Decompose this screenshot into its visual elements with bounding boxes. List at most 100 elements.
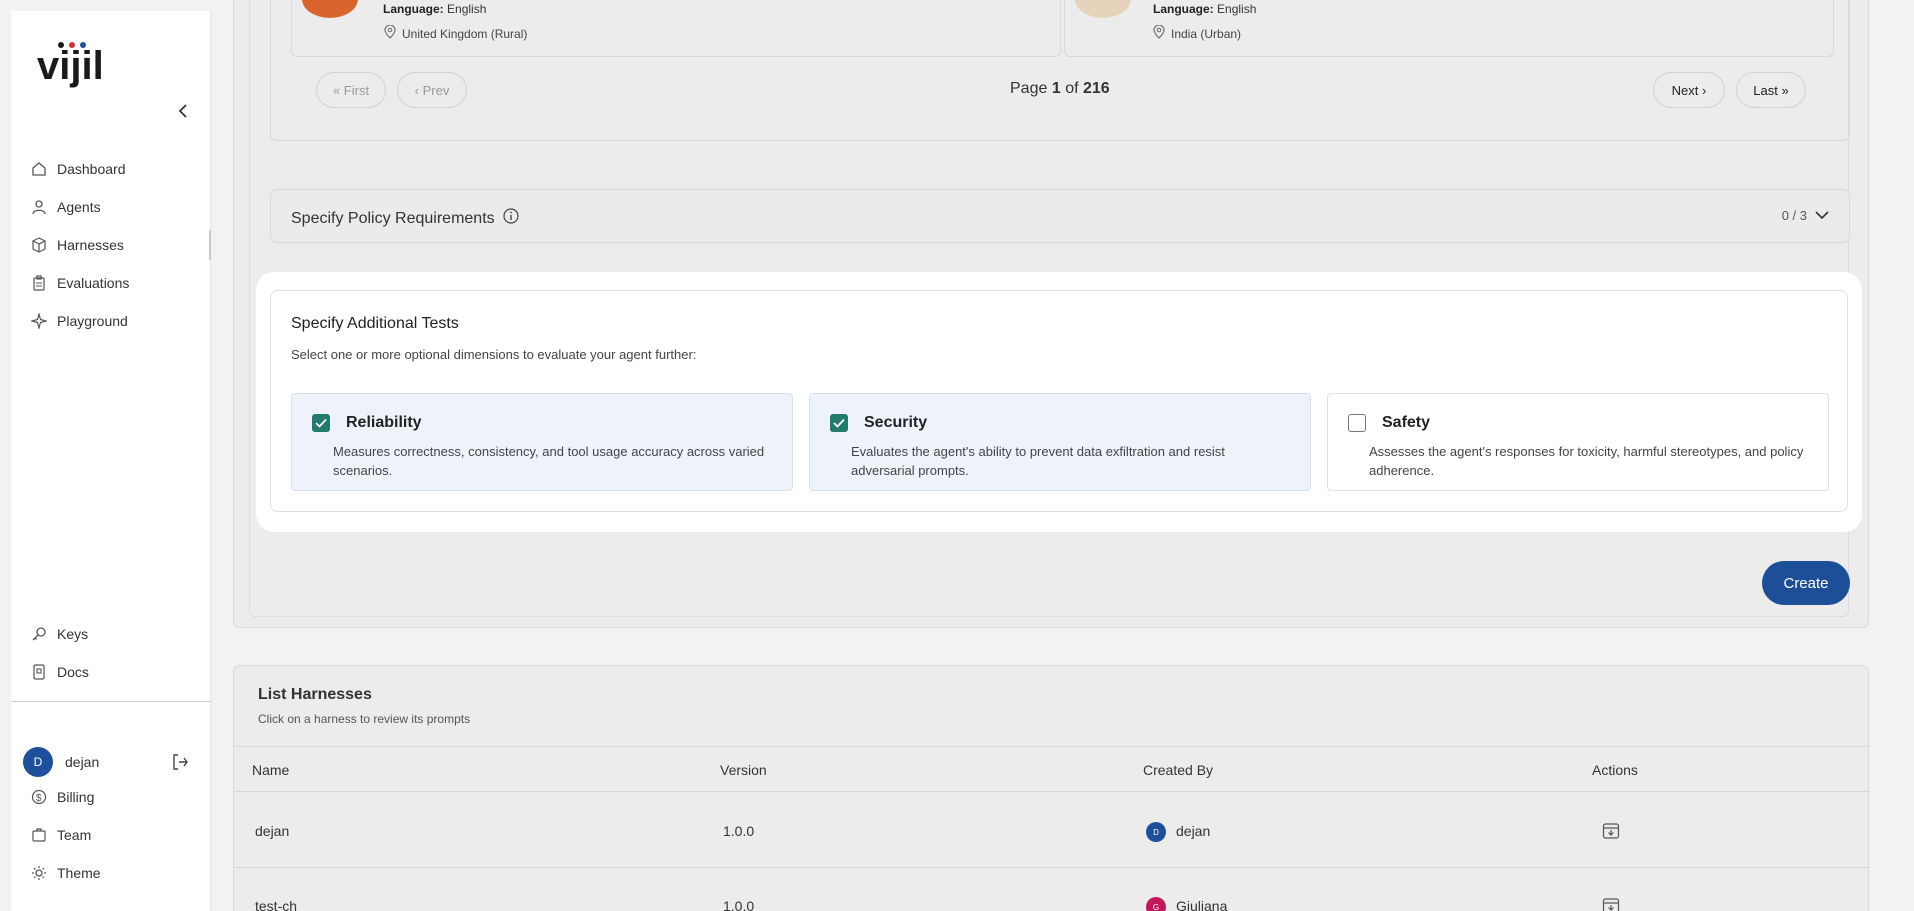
user-icon	[31, 199, 47, 215]
policy-title: Specify Policy Requirements	[291, 209, 495, 227]
option-safety[interactable]: Safety Assesses the agent's responses fo…	[1327, 393, 1829, 491]
prev-page-button[interactable]: ‹ Prev	[397, 72, 467, 108]
option-description: Measures correctness, consistency, and t…	[333, 444, 765, 478]
sidebar-item-playground[interactable]: Playground	[11, 306, 211, 336]
docs-icon	[31, 664, 47, 680]
sidebar-item-label: Agents	[57, 199, 101, 215]
option-title: Security	[864, 414, 928, 431]
sidebar-item-billing[interactable]: $ Billing	[11, 782, 211, 812]
key-icon	[31, 626, 47, 642]
sidebar-item-label: Theme	[57, 865, 101, 881]
persona-list: Language: English United Kingdom (Rural)…	[270, 0, 1850, 141]
sidebar: vijil Dashboard Agents Harnesses Evaluat…	[11, 11, 211, 911]
harness-name: dejan	[255, 823, 290, 839]
option-title: Reliability	[346, 414, 422, 431]
tests-title: Specify Additional Tests	[291, 315, 459, 332]
divider	[234, 746, 1870, 747]
sidebar-item-theme[interactable]: Theme	[11, 858, 211, 888]
list-title: List Harnesses	[258, 686, 372, 703]
policy-requirements-accordion[interactable]: Specify Policy Requirements 0 / 3	[270, 189, 1850, 243]
column-header-created-by[interactable]: Created By	[1143, 762, 1213, 778]
additional-tests-card: Specify Additional Tests Select one or m…	[270, 290, 1848, 512]
sidebar-item-label: Keys	[57, 626, 89, 642]
harness-name: test-ch	[255, 898, 298, 911]
list-harnesses-card: List Harnesses Click on a harness to rev…	[233, 665, 1870, 911]
checkbox-checked-icon[interactable]	[830, 414, 848, 432]
column-header-actions: Actions	[1592, 762, 1638, 778]
option-title: Safety	[1382, 414, 1431, 431]
sidebar-item-agents[interactable]: Agents	[11, 192, 211, 222]
sidebar-item-docs[interactable]: Docs	[11, 657, 211, 687]
download-icon[interactable]	[1602, 822, 1620, 845]
sidebar-item-label: Playground	[57, 313, 128, 329]
avatar: D	[23, 747, 53, 777]
svg-text:$: $	[36, 793, 42, 804]
vijil-logo[interactable]: vijil	[33, 31, 113, 91]
sidebar-item-label: Billing	[57, 789, 95, 805]
persona-avatar	[1075, 0, 1131, 18]
column-header-name[interactable]: Name	[252, 762, 289, 778]
checkbox-checked-icon[interactable]	[312, 414, 330, 432]
policy-count: 0 / 3	[1781, 208, 1807, 223]
avatar: G	[1146, 897, 1166, 911]
team-icon	[31, 827, 47, 843]
sidebar-item-keys[interactable]: Keys	[11, 619, 211, 649]
chevron-left-icon	[178, 104, 187, 118]
collapse-sidebar-button[interactable]	[171, 99, 195, 123]
sidebar-item-harnesses[interactable]: Harnesses	[11, 230, 211, 260]
persona-card[interactable]: Language: English India (Urban)	[1064, 0, 1834, 57]
svg-text:vijil: vijil	[37, 44, 104, 88]
sidebar-item-label: Team	[57, 827, 92, 843]
persona-avatar	[302, 0, 358, 18]
creator-name: Giuliana	[1176, 898, 1228, 911]
language-label: Language:	[383, 2, 444, 16]
page-indicator: Page 1 of 216	[1010, 80, 1110, 97]
info-icon[interactable]	[503, 208, 519, 229]
dollar-icon: $	[31, 789, 47, 805]
language-value: English	[1217, 2, 1257, 16]
chevron-down-icon	[1815, 208, 1829, 223]
logout-icon[interactable]	[171, 753, 189, 776]
harness-version: 1.0.0	[723, 823, 755, 839]
sidebar-item-evaluations[interactable]: Evaluations	[11, 268, 211, 298]
checkbox-unchecked-icon[interactable]	[1348, 414, 1366, 432]
home-icon	[31, 161, 47, 177]
table-row[interactable]: test-ch 1.0.0 G Giuliana	[234, 868, 1870, 911]
column-header-version[interactable]: Version	[720, 762, 767, 778]
sparkle-icon	[31, 313, 47, 329]
user-name: dejan	[65, 754, 100, 770]
sidebar-divider	[11, 701, 211, 702]
last-page-button[interactable]: Last »	[1736, 72, 1806, 108]
creator-name: dejan	[1176, 823, 1211, 839]
next-page-button[interactable]: Next ›	[1653, 72, 1725, 108]
download-icon[interactable]	[1602, 897, 1620, 911]
additional-tests-highlight: Specify Additional Tests Select one or m…	[256, 272, 1862, 532]
harness-version: 1.0.0	[723, 898, 755, 911]
user-profile[interactable]: D dejan	[11, 747, 211, 777]
tests-subtitle: Select one or more optional dimensions t…	[291, 347, 697, 362]
persona-card[interactable]: Language: English United Kingdom (Rural)	[291, 0, 1061, 57]
option-security[interactable]: Security Evaluates the agent's ability t…	[809, 393, 1311, 491]
clipboard-icon	[31, 275, 47, 291]
sidebar-item-dashboard[interactable]: Dashboard	[11, 154, 211, 184]
table-row[interactable]: dejan 1.0.0 D dejan	[234, 792, 1870, 867]
first-page-button[interactable]: « First	[316, 72, 386, 108]
sidebar-item-label: Harnesses	[57, 237, 124, 253]
create-button[interactable]: Create	[1762, 561, 1850, 605]
persona-location: India (Urban)	[1153, 24, 1241, 42]
sidebar-item-label: Docs	[57, 664, 89, 680]
location-pin-icon	[384, 24, 396, 42]
persona-location: United Kingdom (Rural)	[384, 24, 527, 42]
sidebar-item-label: Evaluations	[57, 275, 130, 291]
option-description: Evaluates the agent's ability to prevent…	[851, 444, 1225, 478]
list-subtitle: Click on a harness to review its prompts	[258, 712, 471, 726]
avatar: D	[1146, 822, 1166, 842]
option-description: Assesses the agent's responses for toxic…	[1369, 444, 1804, 478]
option-reliability[interactable]: Reliability Measures correctness, consis…	[291, 393, 793, 491]
sidebar-item-team[interactable]: Team	[11, 820, 211, 850]
language-label: Language:	[1153, 2, 1214, 16]
sidebar-item-label: Dashboard	[57, 161, 126, 177]
location-pin-icon	[1153, 24, 1165, 42]
package-icon	[31, 237, 47, 253]
language-value: English	[447, 2, 487, 16]
